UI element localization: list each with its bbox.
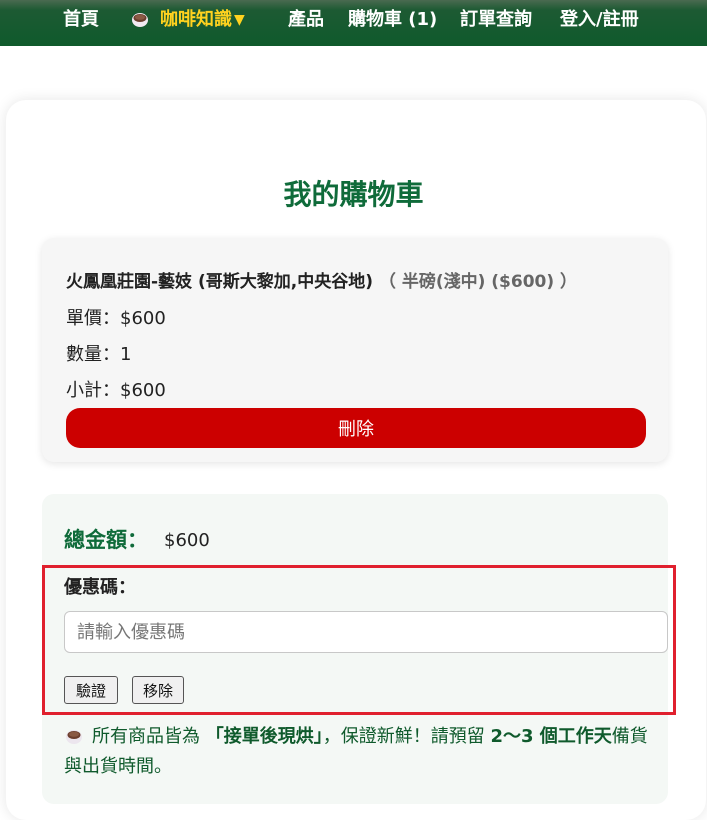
cart-item-variant: （ 半磅(淺中) ($600) ） [378,272,578,292]
top-navbar: 首頁 咖啡知識 ▼ 產品 購物車 (1) 訂單查詢 登入/註冊 [0,0,707,46]
nav-coffee-knowledge-menu[interactable]: 咖啡知識 ▼ [130,9,245,31]
notice-days: 2〜3 個工作天 [490,726,612,747]
nav-products-link[interactable]: 產品 [288,9,324,31]
chevron-down-icon: ▼ [234,12,245,28]
notice-prefix: 所有商品皆為 [92,726,200,747]
notice-highlight: 「接單後現烘」 [205,726,323,747]
verify-coupon-button[interactable]: 驗證 [64,676,118,704]
notice-middle: ，保證新鮮！請預留 [322,726,485,747]
cart-item-subtotal: 小計：$600 [66,380,166,401]
coupon-code-input[interactable] [64,611,668,653]
nav-orders-link[interactable]: 訂單查詢 [460,9,532,31]
nav-cart-link[interactable]: 購物車 (1) [348,9,437,31]
nav-coffee-knowledge-label: 咖啡知識 [160,9,232,30]
coupon-label: 優惠碼： [64,577,136,598]
total-amount-value: $600 [164,530,210,551]
nav-login-link[interactable]: 登入/註冊 [560,9,639,31]
coffee-cup-icon [66,730,82,744]
cart-item-quantity: 數量：1 [66,344,132,365]
remove-coupon-button[interactable]: 移除 [132,676,184,704]
total-amount-label: 總金額： [64,528,148,552]
fresh-roast-notice: 所有商品皆為 「接單後現烘」，保證新鮮！請預留 2〜3 個工作天備貨與出貨時間。 [64,722,654,782]
page-title: 我的購物車 [283,178,424,211]
delete-item-button[interactable]: 刪除 [66,408,646,448]
coffee-cup-icon [132,13,148,27]
cart-item-name-line: 火鳳凰莊園-藝妓 (哥斯大黎加,中央谷地) （ 半磅(淺中) ($600) ） [66,270,577,294]
cart-item-unit-price: 單價：$600 [66,308,166,329]
cart-item-name: 火鳳凰莊園-藝妓 (哥斯大黎加,中央谷地) [66,272,373,292]
nav-home-link[interactable]: 首頁 [63,9,99,31]
